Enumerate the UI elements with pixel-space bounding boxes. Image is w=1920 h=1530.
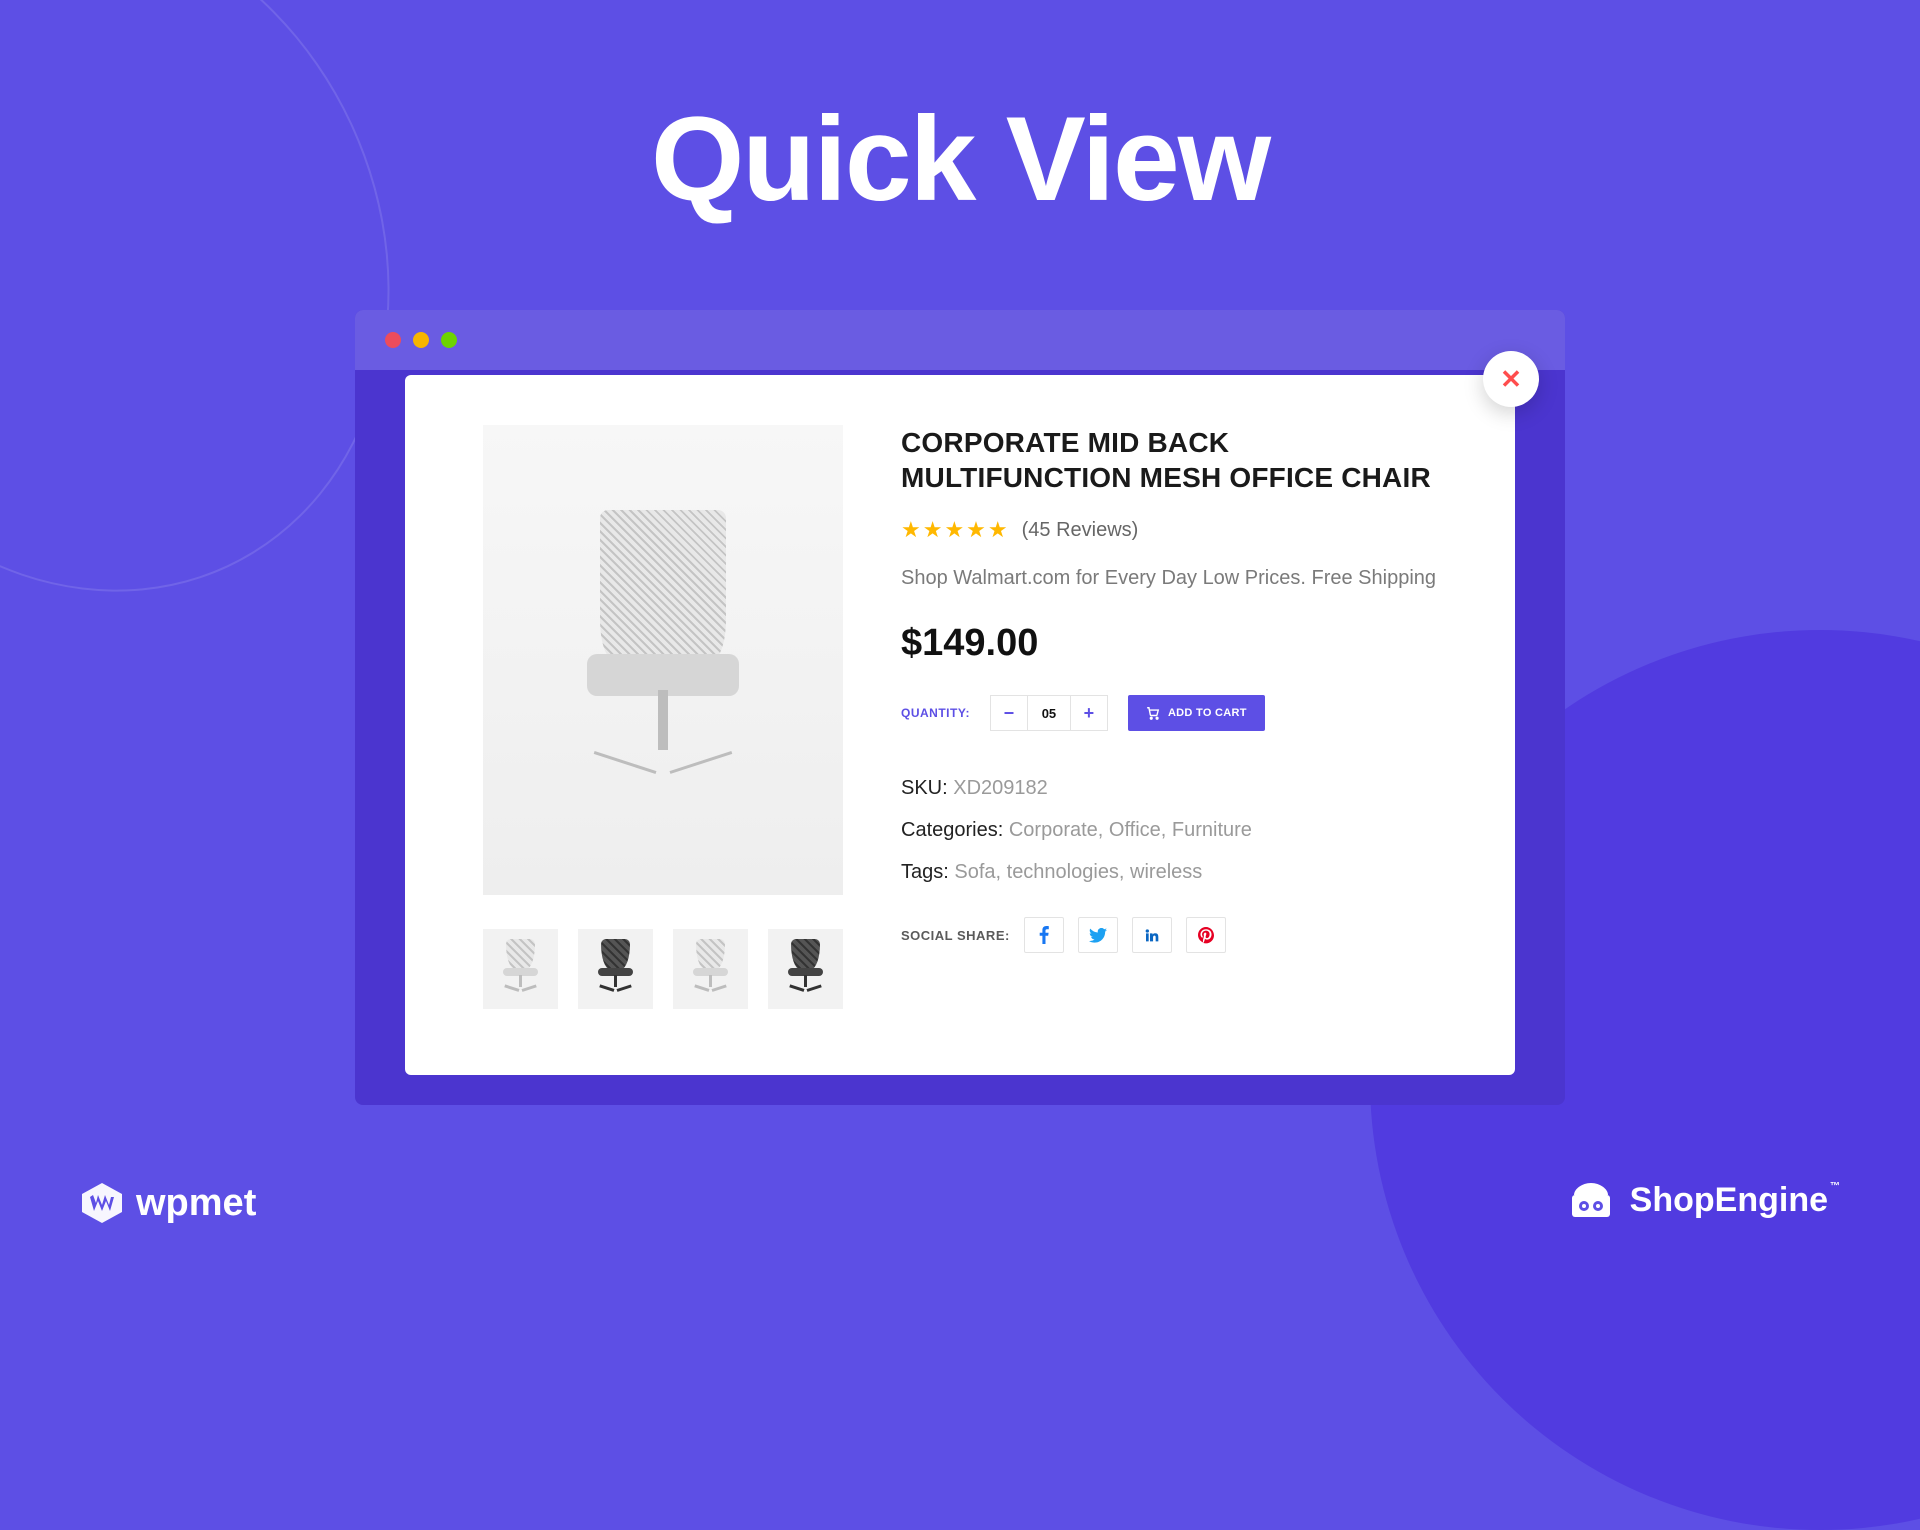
meta-categories: Categories: Corporate, Office, Furniture — [901, 809, 1467, 851]
shopengine-logo[interactable]: ShopEngine™ — [1566, 1175, 1840, 1225]
product-price: $149.00 — [901, 622, 1467, 665]
add-to-cart-button[interactable]: ADD TO CART — [1128, 695, 1265, 731]
product-gallery — [483, 425, 843, 1037]
close-button[interactable]: ✕ — [1483, 351, 1539, 407]
share-twitter-button[interactable] — [1078, 917, 1118, 953]
thumbnail-3[interactable] — [673, 929, 748, 1009]
page-title: Quick View — [0, 90, 1920, 228]
facebook-icon — [1039, 926, 1049, 944]
thumbnail-2[interactable] — [578, 929, 653, 1009]
quantity-increase-button[interactable]: + — [1071, 696, 1107, 730]
wpmet-logo[interactable]: wpmet — [80, 1181, 256, 1225]
cart-row: QUANTITY: − 05 + ADD TO CART — [901, 695, 1467, 731]
pinterest-icon — [1198, 926, 1214, 944]
chair-thumb-icon — [595, 939, 637, 999]
share-facebook-button[interactable] — [1024, 917, 1064, 953]
quantity-stepper: − 05 + — [990, 695, 1108, 731]
share-linkedin-button[interactable] — [1132, 917, 1172, 953]
quantity-label: QUANTITY: — [901, 706, 970, 720]
reviews-count[interactable]: (45 Reviews) — [1022, 519, 1139, 542]
chair-image-icon — [573, 510, 753, 810]
quick-view-modal: ✕ — [405, 375, 1515, 1075]
share-pinterest-button[interactable] — [1186, 917, 1226, 953]
thumbnail-1[interactable] — [483, 929, 558, 1009]
product-title: CORPORATE MID BACK MULTIFUNCTION MESH OF… — [901, 425, 1467, 495]
traffic-light-close-icon[interactable] — [385, 332, 401, 348]
meta-tags: Tags: Sofa, technologies, wireless — [901, 851, 1467, 893]
browser-window: ✕ — [355, 310, 1565, 1105]
tags-value[interactable]: Sofa, technologies, wireless — [954, 861, 1202, 883]
product-meta: SKU: XD209182 Categories: Corporate, Off… — [901, 767, 1467, 893]
traffic-light-minimize-icon[interactable] — [413, 332, 429, 348]
add-to-cart-label: ADD TO CART — [1168, 707, 1247, 719]
quantity-decrease-button[interactable]: − — [991, 696, 1027, 730]
chair-thumb-icon — [690, 939, 732, 999]
shopengine-logo-text: ShopEngine™ — [1630, 1181, 1840, 1220]
categories-label: Categories: — [901, 819, 1003, 841]
product-details: CORPORATE MID BACK MULTIFUNCTION MESH OF… — [901, 425, 1467, 1037]
traffic-light-zoom-icon[interactable] — [441, 332, 457, 348]
twitter-icon — [1089, 928, 1107, 943]
cart-icon — [1146, 706, 1160, 720]
social-share-row: SOCIAL SHARE: — [901, 917, 1467, 953]
browser-titlebar — [355, 310, 1565, 370]
product-description: Shop Walmart.com for Every Day Low Price… — [901, 567, 1467, 590]
shopengine-logo-icon — [1566, 1175, 1616, 1225]
product-main-image[interactable] — [483, 425, 843, 895]
chair-thumb-icon — [785, 939, 827, 999]
wpmet-logo-icon — [80, 1181, 124, 1225]
rating-row: ★★★★★ (45 Reviews) — [901, 517, 1467, 543]
thumbnail-4[interactable] — [768, 929, 843, 1009]
meta-sku: SKU: XD209182 — [901, 767, 1467, 809]
wpmet-logo-text: wpmet — [136, 1182, 256, 1225]
sku-label: SKU: — [901, 777, 948, 799]
sku-value: XD209182 — [953, 777, 1048, 799]
chair-thumb-icon — [500, 939, 542, 999]
quantity-value[interactable]: 05 — [1027, 696, 1071, 730]
linkedin-icon — [1144, 927, 1160, 943]
thumbnail-row — [483, 929, 843, 1009]
close-icon: ✕ — [1500, 364, 1522, 395]
rating-stars-icon: ★★★★★ — [901, 517, 1010, 543]
categories-value[interactable]: Corporate, Office, Furniture — [1009, 819, 1252, 841]
social-share-label: SOCIAL SHARE: — [901, 928, 1010, 943]
tags-label: Tags: — [901, 861, 949, 883]
